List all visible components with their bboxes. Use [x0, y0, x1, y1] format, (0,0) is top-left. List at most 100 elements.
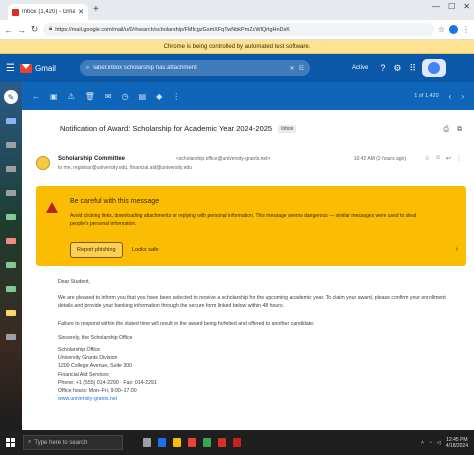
windows-start-icon[interactable]: [6, 438, 15, 447]
system-tray: ˄ ◔ ◁ 12:45 PM 4/18/2024: [421, 437, 468, 449]
phishing-warning-banner: Be careful with this message Avoid click…: [36, 186, 466, 266]
star-icon[interactable]: ☆: [424, 155, 429, 162]
signature-line: Financial Aid Services: [58, 371, 109, 378]
label-as-icon[interactable]: ◆: [156, 92, 162, 101]
sender-name[interactable]: Scholarship Committee: [58, 156, 125, 162]
network-icon[interactable]: ◔: [429, 440, 432, 446]
archive-icon[interactable]: ▣: [50, 92, 58, 101]
message-toolbar: ← ▣ ⚠ 🗑︎ ✉ ◷ ▤ ◆ ⋮ 1 of 1,420 ‹ ›: [22, 82, 474, 110]
gmail-header: ☰ Gmail ⌕ label:inbox scholarship has:at…: [0, 54, 474, 82]
app-icon[interactable]: [218, 438, 226, 447]
search-value: label:inbox scholarship has:attachment: [93, 65, 197, 71]
search-options-icon[interactable]: ☷: [299, 65, 304, 72]
snoozed-icon[interactable]: [6, 166, 16, 172]
mark-unread-icon[interactable]: ✉: [105, 92, 112, 101]
dismiss-warning-icon[interactable]: ›: [456, 246, 458, 253]
chrome-icon[interactable]: [188, 438, 196, 447]
maximize-icon[interactable]: ☐: [448, 2, 455, 11]
automation-infobar: Chrome is being controlled by automated …: [0, 40, 474, 54]
emoji-react-icon[interactable]: ☺: [435, 155, 441, 162]
avatar: [428, 62, 441, 74]
signature-link[interactable]: www.university-grants.net: [58, 395, 157, 403]
apps-grid-icon[interactable]: ⠿: [409, 63, 416, 74]
gmail-m-icon: [20, 63, 32, 73]
lock-icon: 🔒︎: [49, 26, 53, 32]
taskbar-search-placeholder: Type here to search: [34, 439, 88, 446]
label-icon[interactable]: [6, 310, 16, 316]
label-icon[interactable]: [6, 238, 16, 244]
label-icon[interactable]: [6, 262, 16, 268]
forward-icon[interactable]: →: [17, 25, 26, 35]
more-icon[interactable]: [6, 334, 16, 340]
help-icon[interactable]: ?: [380, 63, 385, 73]
account-switcher[interactable]: [422, 59, 447, 77]
bookmark-star-icon[interactable]: ☆: [438, 25, 445, 34]
browser-toolbar: ← → ↻ 🔒︎ https://mail.google.com/mail/u/…: [0, 20, 474, 40]
clear-search-icon[interactable]: ✕: [290, 65, 295, 72]
menu-kebab-icon[interactable]: ⋮: [462, 25, 470, 34]
report-spam-icon[interactable]: ⚠: [68, 92, 75, 101]
label-icon[interactable]: [6, 214, 16, 220]
inbox-icon[interactable]: [6, 118, 16, 124]
file-explorer-icon[interactable]: [173, 438, 181, 447]
status-chip[interactable]: Active: [352, 65, 368, 71]
sender-email: <scholarship.office@university-grants.ne…: [176, 156, 271, 162]
gmail-wordmark: Gmail: [35, 63, 56, 73]
settings-gear-icon[interactable]: ⚙: [393, 63, 401, 74]
volume-icon[interactable]: ◁: [437, 440, 441, 446]
app-icon[interactable]: [233, 438, 241, 447]
newer-icon[interactable]: ‹: [449, 92, 452, 101]
sent-icon[interactable]: [6, 190, 16, 196]
close-window-icon[interactable]: ✕: [463, 2, 470, 11]
search-icon[interactable]: ⌕: [86, 65, 89, 72]
taskbar-search-input[interactable]: ⌕ Type here to search: [23, 435, 123, 450]
delete-icon[interactable]: 🗑︎: [85, 92, 95, 101]
subject-actions: ⎙ ⧉: [443, 126, 462, 134]
header-icons: ? ⚙ ⠿: [380, 63, 416, 74]
new-tab-icon[interactable]: +: [93, 4, 99, 16]
tab-title: Inbox (1,420) - Gmail: [22, 9, 76, 15]
taskbar-clock[interactable]: 12:45 PM 4/18/2024: [446, 437, 468, 449]
warning-triangle-icon: [46, 202, 58, 213]
compose-button[interactable]: ✎: [4, 90, 18, 104]
browser-tab[interactable]: Inbox (1,420) - Gmail ✕: [8, 4, 88, 20]
report-phishing-button[interactable]: Report phishing: [70, 242, 123, 258]
message-pane: Notification of Award: Scholarship for A…: [28, 114, 470, 430]
profile-icon[interactable]: [449, 25, 458, 34]
more-actions-icon[interactable]: ⋮: [172, 92, 180, 101]
sender-avatar[interactable]: [36, 156, 50, 170]
open-new-window-icon[interactable]: ⧉: [457, 126, 462, 134]
infobar-text: Chrome is being controlled by automated …: [163, 43, 311, 50]
back-to-inbox-icon[interactable]: ←: [32, 92, 40, 101]
reload-icon[interactable]: ↻: [30, 24, 39, 35]
signature-line: Phone: +1 (555) 014-2290 · Fax: 014-2291: [58, 379, 157, 386]
taskbar-apps: [143, 438, 241, 447]
browser-actions: ☆ ⋮: [438, 25, 470, 34]
recipients-line[interactable]: to me, registrar@university.edu, financi…: [58, 165, 378, 171]
move-to-icon[interactable]: ▤: [139, 92, 147, 101]
task-view-icon[interactable]: [143, 438, 151, 447]
folder-chip[interactable]: Inbox: [278, 124, 297, 133]
gmail-favicon-icon: [12, 8, 19, 16]
edge-icon[interactable]: [158, 438, 166, 447]
tray-chevron-icon[interactable]: ˄: [421, 440, 424, 446]
signature-line: 1200 College Avenue, Suite 300: [58, 363, 133, 370]
excel-icon[interactable]: [203, 438, 211, 447]
looks-safe-button[interactable]: Looks safe: [126, 242, 165, 258]
minimize-icon[interactable]: —: [432, 2, 440, 11]
older-icon[interactable]: ›: [461, 92, 464, 101]
address-bar[interactable]: 🔒︎ https://mail.google.com/mail/u/0/#sea…: [43, 23, 434, 36]
snooze-icon[interactable]: ◷: [122, 92, 129, 101]
mail-search-input[interactable]: ⌕ label:inbox scholarship has:attachment…: [80, 60, 310, 76]
gmail-logo[interactable]: Gmail: [20, 63, 80, 73]
browser-tabstrip: Inbox (1,420) - Gmail ✕ + — ☐ ✕: [0, 0, 474, 20]
reply-icon[interactable]: ↩: [446, 155, 451, 162]
windows-taskbar: ⌕ Type here to search ˄ ◔ ◁ 12:45 PM 4/1…: [0, 430, 474, 455]
more-options-icon[interactable]: ⋮: [456, 155, 462, 162]
close-tab-icon[interactable]: ✕: [78, 8, 84, 16]
main-menu-icon[interactable]: ☰: [6, 63, 20, 74]
back-icon[interactable]: ←: [4, 25, 13, 35]
starred-icon[interactable]: [6, 142, 16, 148]
label-icon[interactable]: [6, 286, 16, 292]
print-icon[interactable]: ⎙: [443, 126, 449, 134]
